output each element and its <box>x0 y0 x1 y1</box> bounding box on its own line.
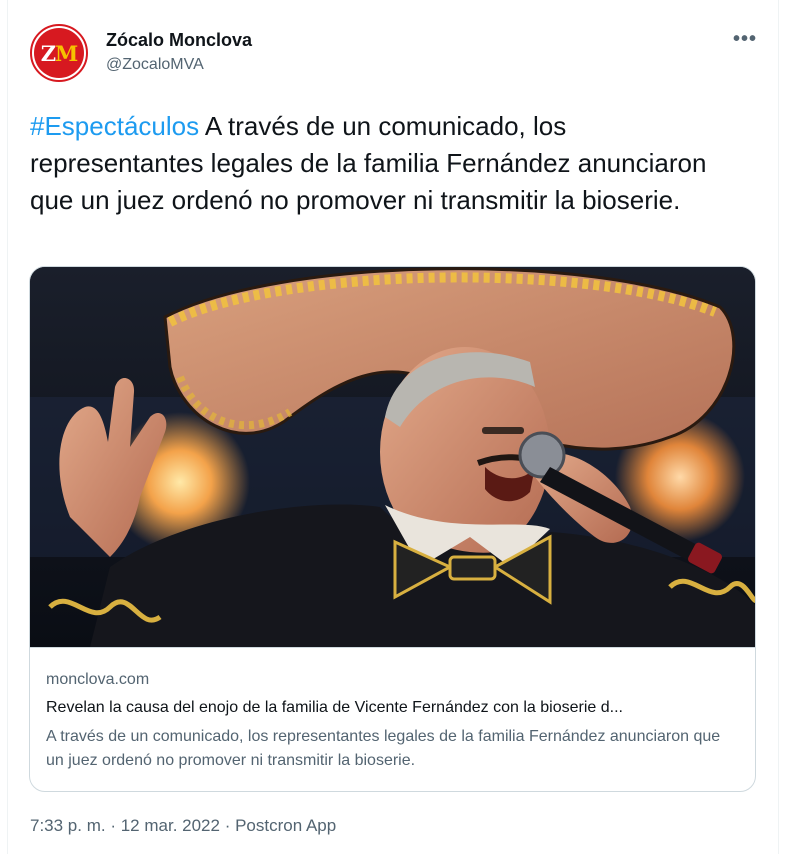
card-title: Revelan la causa del enojo de la familia… <box>46 699 623 716</box>
link-card[interactable]: monclova.com Revelan la causa del enojo … <box>29 266 756 792</box>
meta-separator: · <box>105 816 121 835</box>
avatar-logo: ZM <box>34 28 84 78</box>
hashtag-link[interactable]: #Espectáculos <box>30 111 199 141</box>
card-domain: monclova.com <box>46 671 150 688</box>
meta-separator-2: · <box>219 816 236 835</box>
tweet-date[interactable]: 12 mar. 2022 <box>121 816 220 835</box>
card-divider <box>30 647 755 648</box>
avatar[interactable]: ZM <box>30 24 88 82</box>
tweet-meta: 7:33 p. m. · 12 mar. 2022 · Postcron App <box>30 816 336 836</box>
author-handle[interactable]: @ZocaloMVA <box>106 56 204 74</box>
tweet-text: #Espectáculos A través de un comunicado,… <box>30 108 730 219</box>
author-name[interactable]: Zócalo Monclova <box>106 30 252 51</box>
card-description: A través de un comunicado, los represent… <box>46 728 721 769</box>
more-horizontal-icon[interactable]: ••• <box>733 28 757 51</box>
tweet-time[interactable]: 7:33 p. m. <box>30 816 106 835</box>
avatar-logo-text: ZM <box>40 40 79 66</box>
card-image <box>30 267 755 647</box>
tweet-source[interactable]: Postcron App <box>235 816 336 835</box>
